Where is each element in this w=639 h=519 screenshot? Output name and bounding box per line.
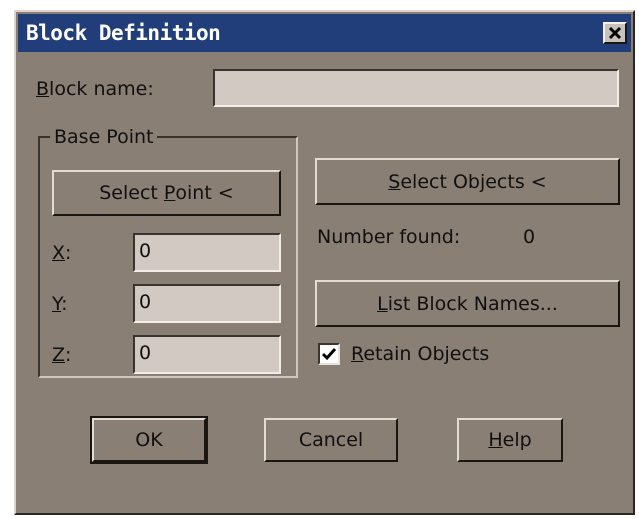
help-label: elp <box>502 429 532 451</box>
base-point-group-label: Base Point <box>50 126 158 148</box>
y-label-colon: : <box>61 293 68 315</box>
cancel-button[interactable]: Cancel <box>264 418 398 462</box>
x-coordinate-input[interactable]: 0 <box>133 233 281 272</box>
select-objects-label: elect Objects < <box>400 170 547 193</box>
z-hotkey: Z <box>52 344 66 366</box>
select-point-hotkey: P <box>163 182 176 204</box>
checkmark-icon <box>321 348 337 361</box>
retain-objects-checkbox[interactable] <box>318 343 340 365</box>
retain-objects-label[interactable]: Retain Objects <box>351 343 489 365</box>
z-coordinate-input[interactable]: 0 <box>133 335 281 374</box>
x-label: X: <box>52 242 71 264</box>
select-point-label-pre: Select <box>99 182 164 204</box>
retain-objects-label-text: etain Objects <box>363 343 490 365</box>
number-found-value: 0 <box>523 226 536 248</box>
retain-objects-hotkey: R <box>351 343 364 365</box>
z-label: Z: <box>52 344 71 366</box>
ok-button[interactable]: OK <box>90 416 208 464</box>
block-name-input[interactable] <box>213 69 619 107</box>
block-name-label-text: lock name: <box>49 78 154 100</box>
select-point-label-post: oint < <box>175 182 234 204</box>
y-label: Y: <box>52 293 68 315</box>
list-block-names-button[interactable]: List Block Names... <box>315 280 620 327</box>
close-button[interactable] <box>603 22 627 44</box>
help-hotkey: H <box>488 429 503 451</box>
select-objects-button[interactable]: Select Objects < <box>315 158 620 205</box>
x-hotkey: X <box>52 242 66 264</box>
block-name-label: Block name: <box>36 78 154 100</box>
y-coordinate-input[interactable]: 0 <box>133 284 281 323</box>
z-label-colon: : <box>65 344 72 366</box>
dialog-title: Block Definition <box>26 21 221 45</box>
number-found-label: Number found: <box>317 226 461 248</box>
close-icon <box>608 26 622 40</box>
y-hotkey: Y <box>52 293 62 315</box>
help-button[interactable]: Help <box>457 418 563 462</box>
list-names-hotkey: L <box>377 292 388 315</box>
list-block-names-label: ist Block Names... <box>387 292 558 315</box>
select-objects-hotkey: S <box>388 170 401 193</box>
select-point-button[interactable]: Select Point < <box>52 170 281 216</box>
block-name-hotkey: B <box>36 78 50 100</box>
x-label-colon: : <box>65 242 72 264</box>
title-bar[interactable]: Block Definition <box>18 14 631 52</box>
